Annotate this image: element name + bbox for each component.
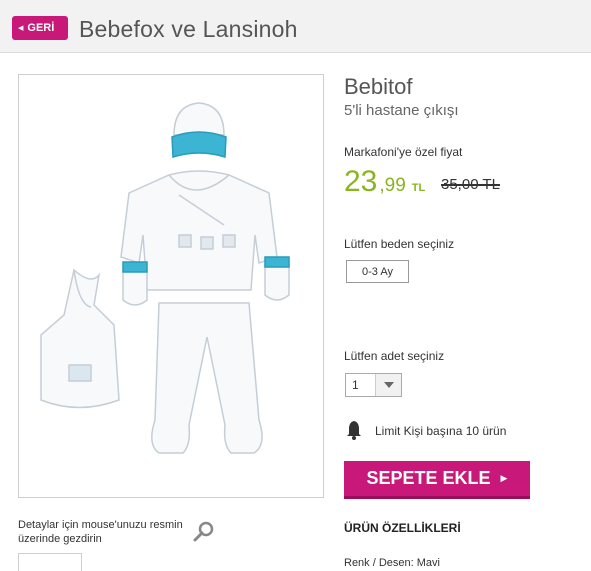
- add-to-cart-label: SEPETE EKLE: [366, 468, 491, 488]
- size-option[interactable]: 0-3 Ay: [346, 260, 409, 283]
- quantity-value: 1: [352, 378, 359, 392]
- old-price: 35,00 TL: [441, 176, 500, 193]
- bell-icon: [347, 421, 361, 440]
- price-integer: 23: [344, 165, 378, 198]
- product-thumbnail[interactable]: [18, 553, 82, 571]
- price-decimal: ,99: [379, 175, 406, 196]
- magnifier-icon[interactable]: [192, 520, 216, 544]
- purchase-limit-text: Limit Kişi başına 10 ürün: [375, 424, 507, 438]
- zoom-hint-text: Detaylar için mouse'unuzu resmin üzerind…: [18, 519, 183, 545]
- current-price: 23,99 TL: [344, 165, 425, 199]
- special-price-label: Markafoni'ye özel fiyat: [344, 145, 463, 159]
- add-to-cart-button[interactable]: SEPETE EKLE ▶: [344, 461, 530, 499]
- size-label: Lütfen beden seçiniz: [344, 237, 455, 251]
- features-title: ÜRÜN ÖZELLİKLERİ: [344, 521, 461, 535]
- price-currency: TL: [411, 182, 426, 194]
- quantity-select[interactable]: 1: [345, 373, 402, 397]
- product-subtitle: 5'li hastane çıkışı: [344, 102, 459, 119]
- product-brand: Bebitof: [344, 74, 413, 99]
- page-header: ◀ GERİ Bebefox ve Lansinoh: [0, 0, 591, 53]
- quantity-label: Lütfen adet seçiniz: [344, 349, 445, 363]
- product-image[interactable]: [18, 74, 324, 498]
- baby-clothes-set-image: [40, 102, 290, 454]
- back-button-label: GERİ: [27, 22, 55, 34]
- caret-right-icon: ▶: [500, 473, 508, 483]
- caret-left-icon: ◀: [18, 25, 24, 32]
- feature-color: Renk / Desen: Mavi: [344, 557, 440, 569]
- chevron-down-icon[interactable]: [375, 374, 401, 396]
- page-title: Bebefox ve Lansinoh: [79, 16, 298, 42]
- back-button[interactable]: ◀ GERİ: [12, 16, 68, 40]
